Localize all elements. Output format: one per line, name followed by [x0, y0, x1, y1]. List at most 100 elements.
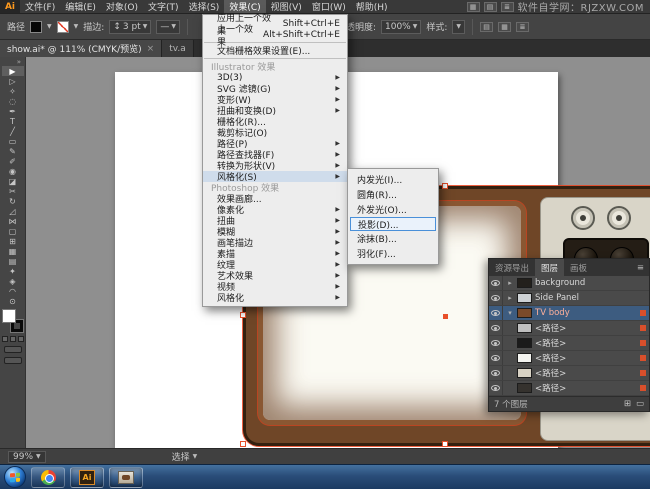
selection-color-indicator[interactable] [640, 370, 646, 376]
gradient-button[interactable] [10, 336, 16, 342]
status-dropdown-icon[interactable]: ▼ [193, 453, 198, 460]
fill-proxy-swatch[interactable] [3, 310, 15, 322]
stroke-dropdown-icon[interactable]: ▼ [74, 23, 79, 30]
brush-definition-dropdown[interactable]: — ▼ [156, 20, 180, 34]
chevron-down-icon[interactable]: ▾ [506, 309, 514, 317]
style-dropdown[interactable]: ▼ [452, 20, 465, 34]
fill-stroke-indicator[interactable] [2, 310, 24, 332]
layer-row[interactable]: <路径> [489, 336, 649, 351]
submenu-item-inner-glow[interactable]: 内发光(I)... [348, 172, 438, 187]
taskbar-illustrator-button[interactable]: Ai [70, 467, 104, 488]
selection-color-indicator[interactable] [640, 355, 646, 361]
layer-row[interactable]: ▸ Side Panel [489, 291, 649, 306]
rectangle-tool[interactable]: ▭ [2, 136, 24, 146]
zoom-dropdown[interactable]: 99% ▼ [8, 451, 46, 463]
align-options-icon[interactable]: ≣ [516, 22, 529, 32]
visibility-toggle[interactable] [489, 276, 503, 290]
menu-window[interactable]: 窗口(W) [307, 0, 351, 13]
layer-row[interactable]: <路径> [489, 321, 649, 336]
menu-object[interactable]: 对象(O) [101, 0, 143, 13]
tab-asset-export[interactable]: 资源导出 [489, 259, 535, 276]
opacity-field[interactable]: 100% ▼ [381, 20, 421, 34]
magic-wand-tool[interactable]: ✧ [2, 86, 24, 96]
submenu-item-scribble[interactable]: 涂抹(B)... [348, 231, 438, 246]
layer-row[interactable]: <路径> [489, 366, 649, 381]
visibility-toggle[interactable] [489, 306, 503, 320]
brush-dropdown-icon[interactable]: ▼ [171, 23, 176, 30]
free-transform-tool[interactable]: ▢ [2, 226, 24, 236]
visibility-toggle[interactable] [489, 381, 503, 395]
gradient-tool[interactable]: ▤ [2, 256, 24, 266]
workspace-icon[interactable]: ▤ [484, 2, 497, 12]
menu-item-raster-settings[interactable]: 文档栅格效果设置(E)... [203, 45, 347, 56]
tv-knob-light-1[interactable] [571, 206, 595, 230]
fill-color-swatch[interactable] [30, 21, 42, 33]
layer-name[interactable]: TV body [535, 308, 637, 318]
blend-tool[interactable]: ◈ [2, 276, 24, 286]
status-tool-indicator[interactable]: 选择 ▼ [172, 450, 198, 463]
style-dropdown-icon[interactable]: ▼ [456, 23, 461, 30]
paintbrush-tool[interactable]: ✎ [2, 146, 24, 156]
visibility-toggle[interactable] [489, 366, 503, 380]
layer-name[interactable]: <路径> [535, 322, 637, 334]
selection-color-indicator[interactable] [640, 325, 646, 331]
chevron-right-icon[interactable]: ▸ [506, 294, 514, 302]
direct-selection-tool[interactable]: ▷ [2, 76, 24, 86]
scale-tool[interactable]: ◿ [2, 206, 24, 216]
stroke-width-dropdown-icon[interactable]: ▼ [143, 23, 148, 30]
stroke-width-stepper[interactable]: ↕ 3 pt ▼ [109, 20, 151, 34]
scissors-tool[interactable]: ✂ [2, 186, 24, 196]
zoom-dropdown-icon[interactable]: ▼ [36, 453, 41, 460]
mesh-tool[interactable]: ▦ [2, 246, 24, 256]
menu-file[interactable]: 文件(F) [20, 0, 60, 13]
zoom-tool[interactable]: ⊙ [2, 296, 24, 306]
delete-layer-icon[interactable]: ▭ [636, 399, 644, 409]
visibility-toggle[interactable] [489, 351, 503, 365]
pen-tool[interactable]: ✒ [2, 106, 24, 116]
none-button[interactable] [18, 336, 24, 342]
stroke-color-swatch[interactable] [57, 21, 69, 33]
rotate-tool[interactable]: ↻ [2, 196, 24, 206]
selection-color-indicator[interactable] [640, 385, 646, 391]
layer-name[interactable]: <路径> [535, 382, 637, 394]
start-button[interactable] [4, 466, 26, 488]
tv-knob-light-2[interactable] [607, 206, 631, 230]
eyedropper-tool[interactable]: ✦ [2, 266, 24, 276]
layer-row[interactable]: ▸ background [489, 276, 649, 291]
document-tab-active[interactable]: show.ai* @ 111% (CMYK/预览) × [0, 40, 162, 57]
fill-dropdown-icon[interactable]: ▼ [47, 23, 52, 30]
layer-name[interactable]: <路径> [535, 352, 637, 364]
submenu-item-feather[interactable]: 羽化(F)... [348, 246, 438, 261]
new-layer-icon[interactable]: ⊞ [624, 399, 631, 409]
width-tool[interactable]: ⋈ [2, 216, 24, 226]
opacity-dropdown-icon[interactable]: ▼ [413, 23, 418, 30]
chevron-right-icon[interactable]: ▸ [506, 279, 514, 287]
selection-handle[interactable] [442, 183, 448, 189]
menu-item-last-effect[interactable]: 上一个效果 Alt+Shift+Ctrl+E [203, 29, 347, 40]
close-tab-icon[interactable]: × [147, 44, 155, 54]
menu-type[interactable]: 文字(T) [143, 0, 184, 13]
layer-row-selected[interactable]: ▾ TV body [489, 306, 649, 321]
menu-edit[interactable]: 编辑(E) [60, 0, 101, 13]
layer-name[interactable]: background [535, 278, 646, 288]
type-tool[interactable]: T [2, 116, 24, 126]
taskbar-chrome-button[interactable] [31, 467, 65, 488]
layer-name[interactable]: <路径> [535, 337, 637, 349]
selection-color-indicator[interactable] [640, 340, 646, 346]
screen-mode-button[interactable] [4, 357, 22, 364]
visibility-toggle[interactable] [489, 291, 503, 305]
blob-brush-tool[interactable]: ◉ [2, 166, 24, 176]
draw-mode-button[interactable] [4, 346, 22, 353]
color-button[interactable] [2, 336, 8, 342]
layer-row[interactable]: <路径> [489, 381, 649, 396]
line-segment-tool[interactable]: ╱ [2, 126, 24, 136]
selection-handle[interactable] [240, 312, 246, 318]
preferences-icon[interactable]: ▦ [498, 22, 511, 32]
selection-color-indicator[interactable] [640, 310, 646, 316]
tab-layers[interactable]: 图层 [535, 259, 564, 276]
taskbar-document-button[interactable] [109, 467, 143, 488]
pencil-tool[interactable]: ✐ [2, 156, 24, 166]
menu-help[interactable]: 帮助(H) [351, 0, 393, 13]
selection-handle[interactable] [240, 441, 246, 447]
submenu-item-round-corners[interactable]: 圆角(R)... [348, 187, 438, 202]
